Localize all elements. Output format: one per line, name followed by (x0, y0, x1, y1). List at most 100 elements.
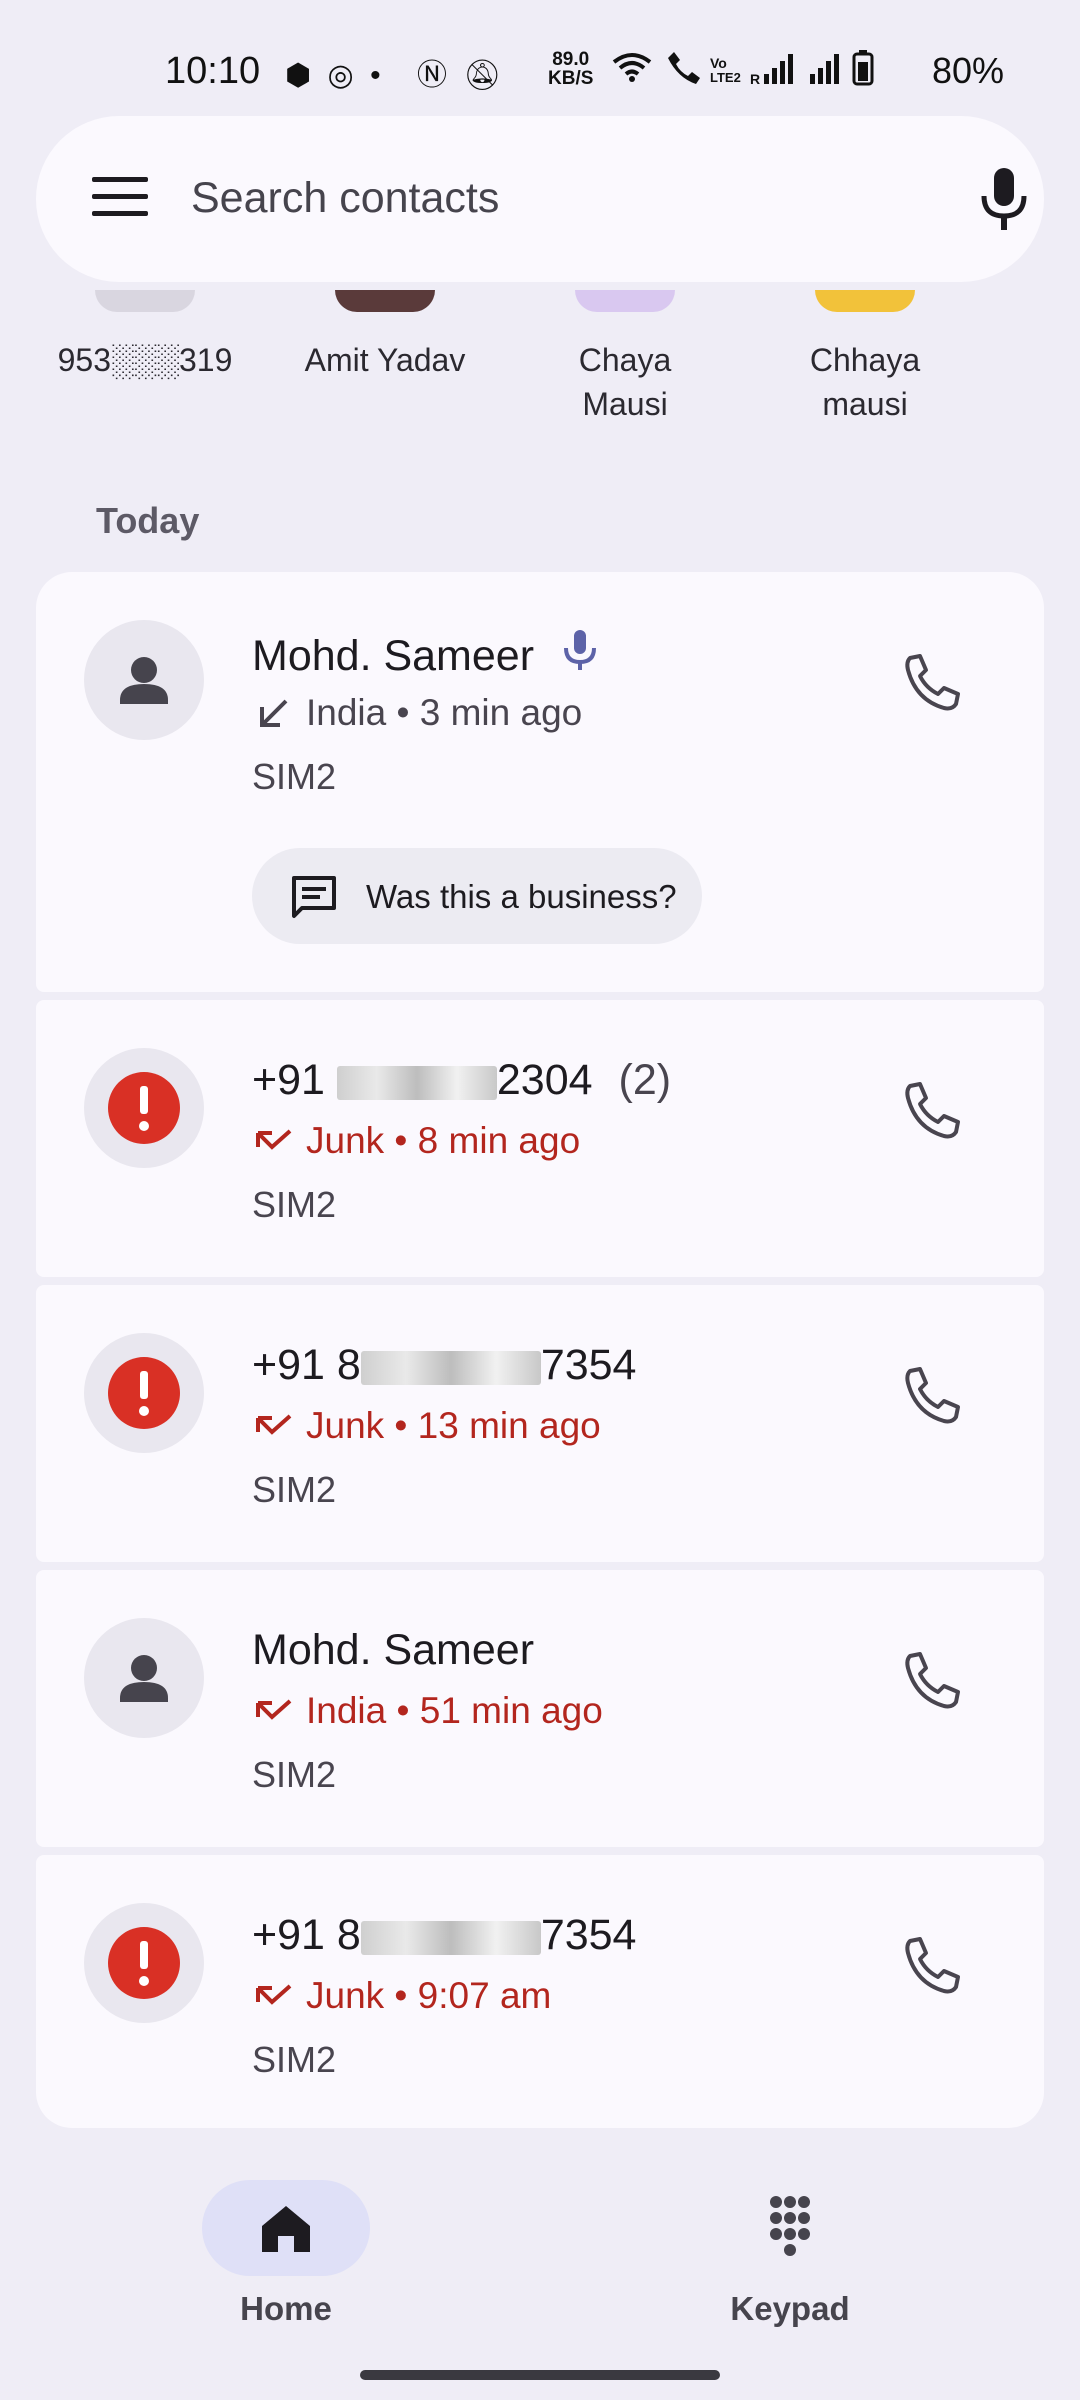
call-detail: Junk • 8 min ago (252, 1120, 580, 1163)
favorite-avatar[interactable] (335, 290, 435, 312)
missed-call-arrow-icon (256, 1414, 292, 1435)
section-today-heading: Today (96, 500, 200, 541)
nav-home-indicator[interactable] (202, 2180, 370, 2276)
warning-icon (108, 1927, 180, 1999)
contact-avatar (84, 620, 204, 740)
call-detail-text: Junk • 13 min ago (306, 1405, 601, 1446)
status-bar: 10:10 ⬢ ◎ • Ⓝ 🔕︎ 89.0 KB/S Vo LTE2 R 80% (0, 0, 1080, 110)
missed-call-arrow-icon (256, 1129, 292, 1150)
nfc-icon: Ⓝ (416, 59, 451, 92)
call-count: (2) (618, 1056, 672, 1104)
notification-icons: ⬢ ◎ • Ⓝ 🔕︎ (285, 50, 505, 94)
call-detail: India • 3 min ago (252, 692, 582, 735)
sim-label: SIM2 (252, 1184, 337, 1225)
caller-number-prefix: +91 8 (252, 1341, 361, 1389)
svg-text:Vo: Vo (710, 55, 727, 71)
contact-avatar (84, 1048, 204, 1168)
caller-name: Mohd. Sameer (252, 1626, 535, 1674)
favorite-name[interactable]: 953░░░319 (45, 338, 245, 382)
nav-home[interactable]: Home (156, 2180, 416, 2328)
call-button-icon[interactable] (896, 648, 968, 720)
keypad-icon (770, 2196, 810, 2256)
business-feedback-label: Was this a business? (366, 878, 677, 915)
call-log-item[interactable]: +91 8 7354 Junk • 9:07 am SIM2 (36, 1855, 1044, 2128)
call-log-item[interactable]: Mohd. Sameer India • 51 min ago SIM2 (36, 1570, 1044, 1847)
caller-number-suffix: 7354 (540, 1911, 637, 1959)
caller-name-text: Mohd. Sameer (252, 632, 535, 680)
redacted-digits (360, 1920, 541, 1955)
call-detail-text: Junk • 9:07 am (306, 1975, 552, 2016)
favorite-name[interactable]: Amit Yadav (285, 338, 485, 382)
svg-text:LTE2: LTE2 (710, 70, 741, 85)
voicemail-mic-icon (563, 630, 596, 670)
voice-search-icon[interactable] (976, 164, 1032, 234)
favorite-avatar[interactable] (815, 290, 915, 312)
caller-number: +91 8 7354 (252, 1341, 636, 1390)
call-detail: India • 51 min ago (252, 1690, 603, 1733)
favorites-strip: 953░░░319 Amit Yadav Chaya Mausi Chhaya … (0, 290, 1080, 440)
search-bar[interactable]: Search contacts (36, 116, 1044, 282)
search-input[interactable]: Search contacts (191, 174, 499, 223)
favorite-avatar[interactable] (575, 290, 675, 312)
whatsapp-icon: ◎ (327, 59, 358, 92)
call-log-item[interactable]: +91 2304 (2) Junk • 8 min ago SIM2 (36, 1000, 1044, 1277)
favorite-name[interactable]: G (1066, 338, 1080, 382)
mute-icon: 🔕︎ (463, 59, 506, 92)
dot-icon: • (370, 59, 385, 92)
nav-keypad-indicator[interactable] (706, 2180, 874, 2276)
bottom-navigation: Home Keypad (0, 2160, 1080, 2400)
missed-call-arrow-icon (256, 1699, 292, 1720)
call-detail-text: Junk • 8 min ago (306, 1120, 581, 1161)
caller-number-suffix: 2304 (496, 1056, 593, 1104)
caller-number: +91 8 7354 (252, 1911, 636, 1960)
home-icon (262, 2206, 310, 2252)
favorite-avatar[interactable] (95, 290, 195, 312)
person-icon (120, 1655, 168, 1702)
battery-percent: 80% (932, 50, 1005, 91)
caller-number-suffix: 7354 (540, 1341, 637, 1389)
call-detail-text: India • 3 min ago (306, 692, 583, 733)
redacted-digits (360, 1350, 541, 1385)
net-speed-unit: KB/S (548, 68, 594, 89)
favorite-name[interactable]: Chaya Mausi (525, 338, 725, 426)
redacted-digits (336, 1065, 497, 1100)
call-button-icon[interactable] (896, 1076, 968, 1148)
menu-icon[interactable] (92, 177, 148, 217)
nav-keypad-label: Keypad (730, 2290, 850, 2327)
caller-name: Mohd. Sameer (252, 628, 600, 681)
gesture-bar[interactable] (360, 2370, 720, 2380)
call-button-icon[interactable] (896, 1931, 968, 2003)
sim-label: SIM2 (252, 1754, 337, 1795)
sim-label: SIM2 (252, 1469, 337, 1510)
wifi-signal-icon: Vo LTE2 R (612, 50, 874, 87)
sim-label: SIM2 (252, 2039, 337, 2080)
status-time: 10:10 (165, 50, 261, 92)
feedback-icon (292, 876, 336, 918)
nav-home-label: Home (240, 2290, 332, 2327)
caller-number-prefix: +91 (252, 1056, 337, 1104)
svg-text:R: R (750, 71, 760, 87)
call-log-item[interactable]: +91 8 7354 Junk • 13 min ago SIM2 (36, 1285, 1044, 1562)
call-button-icon[interactable] (896, 1361, 968, 1433)
contact-avatar (84, 1618, 204, 1738)
warning-icon (108, 1072, 180, 1144)
warning-icon (108, 1357, 180, 1429)
call-log-item[interactable]: Mohd. Sameer India • 3 min ago SIM2 Was … (36, 572, 1044, 992)
call-detail: Junk • 9:07 am (252, 1975, 551, 2018)
sim-label: SIM2 (252, 756, 337, 797)
net-speed: 89.0 KB/S (548, 50, 593, 88)
net-speed-value: 89.0 (552, 49, 590, 70)
contact-avatar (84, 1903, 204, 2023)
app-notification-icon: ⬢ (285, 59, 316, 92)
caller-number-prefix: +91 8 (252, 1911, 361, 1959)
call-detail-text: India • 51 min ago (306, 1690, 603, 1731)
person-icon (120, 657, 168, 704)
call-detail: Junk • 13 min ago (252, 1405, 601, 1448)
call-button-icon[interactable] (896, 1646, 968, 1718)
business-feedback-chip[interactable]: Was this a business? (252, 848, 702, 944)
contact-avatar (84, 1333, 204, 1453)
signal-icons: Vo LTE2 R (610, 48, 910, 96)
incoming-call-arrow-icon (260, 699, 288, 728)
nav-keypad[interactable]: Keypad (660, 2180, 920, 2328)
favorite-name[interactable]: Chhaya mausi (765, 338, 965, 426)
